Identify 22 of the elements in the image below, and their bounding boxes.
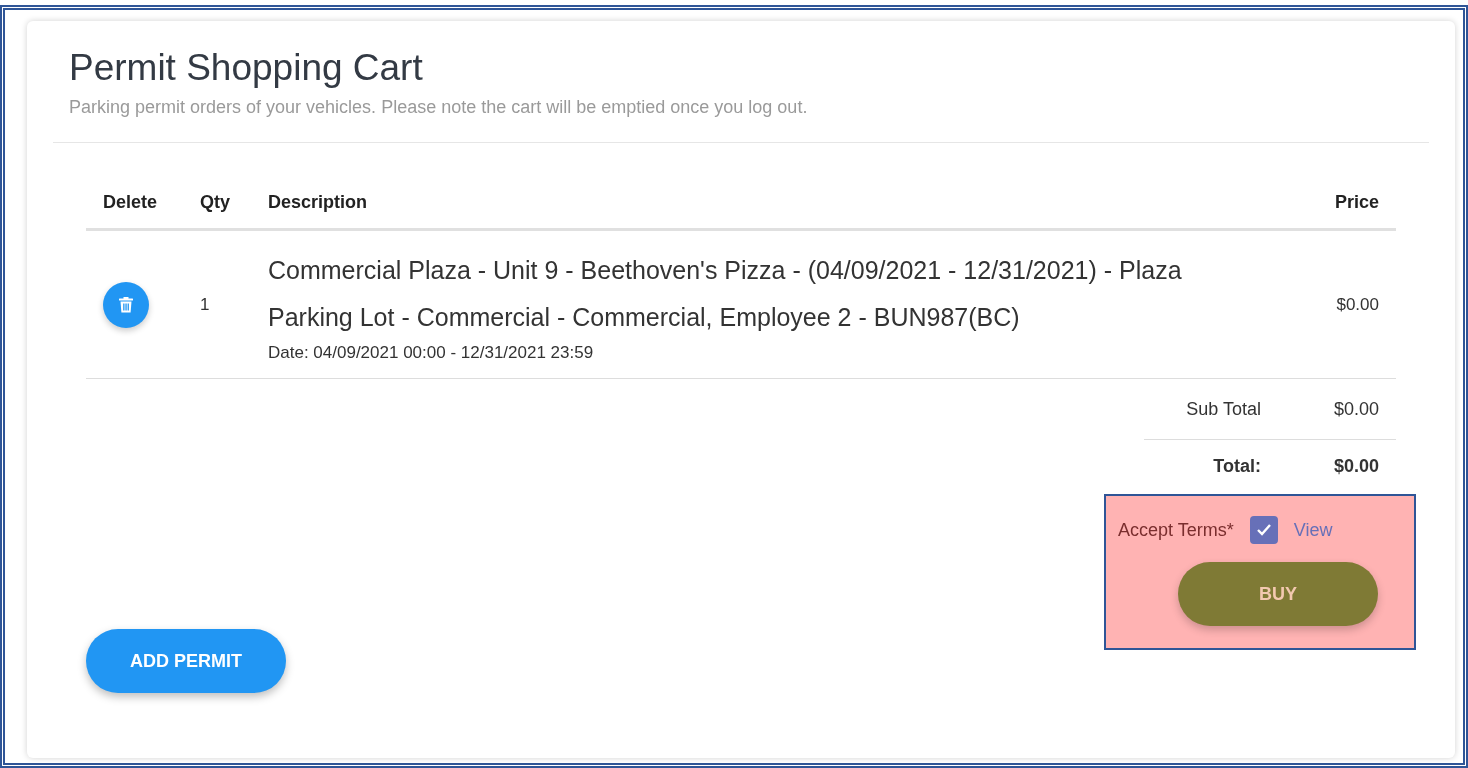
check-icon — [1255, 523, 1272, 537]
view-terms-link[interactable]: View — [1293, 519, 1333, 541]
quantity-text: 1 — [200, 294, 210, 314]
page-subtitle: Parking permit orders of your vehicles. Please note the cart will be emptied once you log out. — [69, 97, 809, 118]
column-header: Price — [1333, 192, 1380, 213]
terms-checkbox[interactable] — [1249, 516, 1278, 544]
page-title: Permit Shopping Cart — [69, 46, 424, 90]
permit-date: Date: 04/09/2021 00:00 - 12/31/2021 23:59 — [268, 342, 595, 363]
total-value: $0.00 — [1332, 455, 1380, 477]
subtotal-value: $0.00 — [1332, 398, 1380, 420]
column-header: Description — [268, 192, 369, 213]
price-text: $0.00 — [1336, 294, 1379, 314]
total-label: Total: — [1212, 455, 1262, 477]
subtotal-label: Sub Total — [1185, 398, 1262, 420]
column-header: Qty — [199, 192, 231, 213]
trash-icon — [119, 296, 133, 313]
permit-description: Commercial Plaza - Unit 9 - Beethoven's Pizza - (04/09/2021 - 12/31/2021) - Plaza Parking Lot - Commercial - Commercial, Employee 2 - BUN987(BC) — [268, 254, 1183, 333]
delete-button[interactable] — [103, 281, 149, 328]
accept-terms-label: Accept Terms* — [1118, 519, 1234, 541]
column-header: Delete — [102, 192, 159, 213]
buy-button[interactable]: BUY — [1178, 562, 1378, 626]
add-permit-button[interactable]: ADD PERMIT — [86, 629, 286, 693]
